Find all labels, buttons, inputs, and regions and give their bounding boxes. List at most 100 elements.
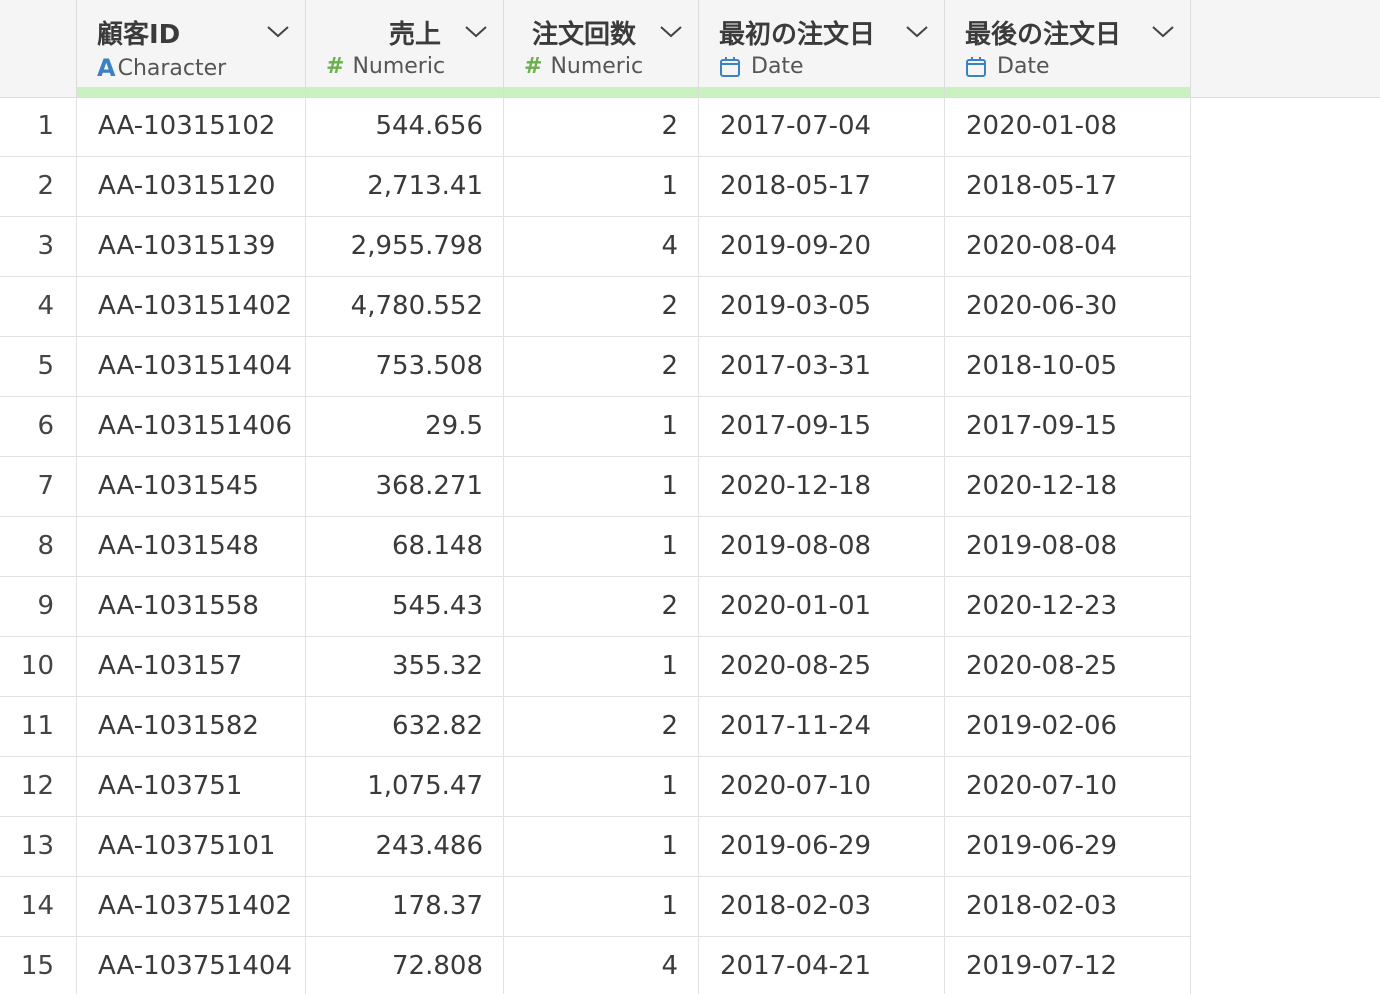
table-cell[interactable]: 1 — [504, 637, 699, 696]
chevron-down-icon[interactable] — [265, 22, 291, 40]
table-cell[interactable]: 2020-06-30 — [945, 277, 1191, 336]
table-cell[interactable]: 1 — [504, 397, 699, 456]
chevron-down-icon[interactable] — [1150, 22, 1176, 40]
table-cell[interactable]: AA-10315120 — [77, 157, 306, 216]
table-cell[interactable]: AA-103151404 — [77, 337, 306, 396]
column-header-4[interactable]: 最初の注文日 Date — [699, 0, 945, 97]
table-row[interactable]: 5 AA-103151404 753.508 2 2017-03-31 2018-10-0… — [0, 337, 1191, 397]
table-cell[interactable]: 1 — [504, 517, 699, 576]
table-cell[interactable]: 2019-07-12 — [945, 937, 1191, 994]
table-cell[interactable]: AA-1031582 — [77, 697, 306, 756]
table-cell[interactable]: 2020-12-23 — [945, 577, 1191, 636]
table-cell[interactable]: 2017-09-15 — [945, 397, 1191, 456]
table-cell[interactable]: 2,955.798 — [306, 217, 504, 276]
table-cell[interactable]: 1 — [504, 157, 699, 216]
table-cell[interactable]: 753.508 — [306, 337, 504, 396]
table-row[interactable]: 2 AA-10315120 2,713.41 1 2018-05-17 2018-05-1… — [0, 157, 1191, 217]
table-cell[interactable]: AA-103151406 — [77, 397, 306, 456]
table-cell[interactable]: 2017-04-21 — [699, 937, 945, 994]
table-cell[interactable]: 1 — [504, 757, 699, 816]
table-cell[interactable]: 2017-09-15 — [699, 397, 945, 456]
table-cell[interactable]: 2 — [504, 697, 699, 756]
table-cell[interactable]: 2020-12-18 — [945, 457, 1191, 516]
table-row[interactable]: 1 AA-10315102 544.656 2 2017-07-04 2020-01-08 — [0, 97, 1191, 157]
table-cell[interactable]: 2 — [504, 277, 699, 336]
table-cell[interactable]: 243.486 — [306, 817, 504, 876]
table-row[interactable]: 6 AA-103151406 29.5 1 2017-09-15 2017-09-15 — [0, 397, 1191, 457]
table-cell[interactable]: 4 — [504, 217, 699, 276]
table-cell[interactable]: 4 — [504, 937, 699, 994]
table-cell[interactable]: AA-1031545 — [77, 457, 306, 516]
chevron-down-icon[interactable] — [463, 22, 489, 40]
table-row[interactable]: 8 AA-1031548 68.148 1 2019-08-08 2019-08-08 — [0, 517, 1191, 577]
table-cell[interactable]: 2019-06-29 — [699, 817, 945, 876]
column-header-5[interactable]: 最後の注文日 Date — [945, 0, 1191, 97]
table-cell[interactable]: 2,713.41 — [306, 157, 504, 216]
table-cell[interactable]: 2020-08-25 — [945, 637, 1191, 696]
table-cell[interactable]: 2020-07-10 — [699, 757, 945, 816]
table-cell[interactable]: 2018-02-03 — [699, 877, 945, 936]
table-cell[interactable]: 632.82 — [306, 697, 504, 756]
table-cell[interactable]: AA-103157 — [77, 637, 306, 696]
table-cell[interactable]: 1 — [504, 877, 699, 936]
table-cell[interactable]: 1,075.47 — [306, 757, 504, 816]
table-cell[interactable]: 2019-03-05 — [699, 277, 945, 336]
table-cell[interactable]: 4,780.552 — [306, 277, 504, 336]
table-row[interactable]: 7 AA-1031545 368.271 1 2020-12-18 2020-12-18 — [0, 457, 1191, 517]
column-header-3[interactable]: 注文回数 # Numeric — [504, 0, 699, 97]
table-cell[interactable]: 2020-01-01 — [699, 577, 945, 636]
table-row[interactable]: 3 AA-10315139 2,955.798 4 2019-09-20 2020-08-… — [0, 217, 1191, 277]
table-cell[interactable]: AA-103751 — [77, 757, 306, 816]
table-cell[interactable]: 72.808 — [306, 937, 504, 994]
table-cell[interactable]: AA-1031558 — [77, 577, 306, 636]
table-cell[interactable]: 2020-08-04 — [945, 217, 1191, 276]
table-cell[interactable]: 2018-05-17 — [699, 157, 945, 216]
table-cell[interactable]: 2017-07-04 — [699, 97, 945, 156]
table-cell[interactable]: 2020-07-10 — [945, 757, 1191, 816]
table-cell[interactable]: 544.656 — [306, 97, 504, 156]
table-cell[interactable]: 29.5 — [306, 397, 504, 456]
table-cell[interactable]: 2019-08-08 — [945, 517, 1191, 576]
table-cell[interactable]: 1 — [504, 457, 699, 516]
chevron-down-icon[interactable] — [658, 22, 684, 40]
column-header-2[interactable]: 売上 # Numeric — [306, 0, 504, 97]
table-cell[interactable]: 1 — [504, 817, 699, 876]
table-cell[interactable]: 2 — [504, 97, 699, 156]
table-cell[interactable]: 2019-08-08 — [699, 517, 945, 576]
table-cell[interactable]: 2020-08-25 — [699, 637, 945, 696]
table-cell[interactable]: 2019-09-20 — [699, 217, 945, 276]
table-cell[interactable]: AA-1031548 — [77, 517, 306, 576]
table-row[interactable]: 9 AA-1031558 545.43 2 2020-01-01 2020-12-23 — [0, 577, 1191, 637]
table-cell[interactable]: 2018-02-03 — [945, 877, 1191, 936]
table-cell[interactable]: 2 — [504, 337, 699, 396]
table-row[interactable]: 11 AA-1031582 632.82 2 2017-11-24 2019-02-06 — [0, 697, 1191, 757]
table-cell[interactable]: 2018-05-17 — [945, 157, 1191, 216]
table-cell[interactable]: AA-10315139 — [77, 217, 306, 276]
table-cell[interactable]: 68.148 — [306, 517, 504, 576]
table-cell[interactable]: 2017-03-31 — [699, 337, 945, 396]
chevron-down-icon[interactable] — [904, 22, 930, 40]
table-cell[interactable]: AA-103751402 — [77, 877, 306, 936]
table-cell[interactable]: 355.32 — [306, 637, 504, 696]
table-cell[interactable]: 2020-12-18 — [699, 457, 945, 516]
table-cell[interactable]: 2019-06-29 — [945, 817, 1191, 876]
table-row[interactable]: 4 AA-103151402 4,780.552 2 2019-03-05 2020-06… — [0, 277, 1191, 337]
table-row[interactable]: 13 AA-10375101 243.486 1 2019-06-29 2019-06-2… — [0, 817, 1191, 877]
table-cell[interactable]: AA-103751404 — [77, 937, 306, 994]
table-cell[interactable]: AA-10315102 — [77, 97, 306, 156]
table-cell[interactable]: AA-10375101 — [77, 817, 306, 876]
table-row[interactable]: 12 AA-103751 1,075.47 1 2020-07-10 2020-07-10 — [0, 757, 1191, 817]
table-row[interactable]: 14 AA-103751402 178.37 1 2018-02-03 2018-02-0… — [0, 877, 1191, 937]
table-cell[interactable]: 2019-02-06 — [945, 697, 1191, 756]
column-header-1[interactable]: 顧客ID A Character — [77, 0, 306, 97]
table-row[interactable]: 15 AA-103751404 72.808 4 2017-04-21 2019-07-1… — [0, 937, 1191, 994]
table-cell[interactable]: 368.271 — [306, 457, 504, 516]
table-cell[interactable]: 545.43 — [306, 577, 504, 636]
table-cell[interactable]: 2 — [504, 577, 699, 636]
table-cell[interactable]: AA-103151402 — [77, 277, 306, 336]
table-cell[interactable]: 178.37 — [306, 877, 504, 936]
table-row[interactable]: 10 AA-103157 355.32 1 2020-08-25 2020-08-25 — [0, 637, 1191, 697]
table-cell[interactable]: 2018-10-05 — [945, 337, 1191, 396]
table-cell[interactable]: 2017-11-24 — [699, 697, 945, 756]
table-cell[interactable]: 2020-01-08 — [945, 97, 1191, 156]
